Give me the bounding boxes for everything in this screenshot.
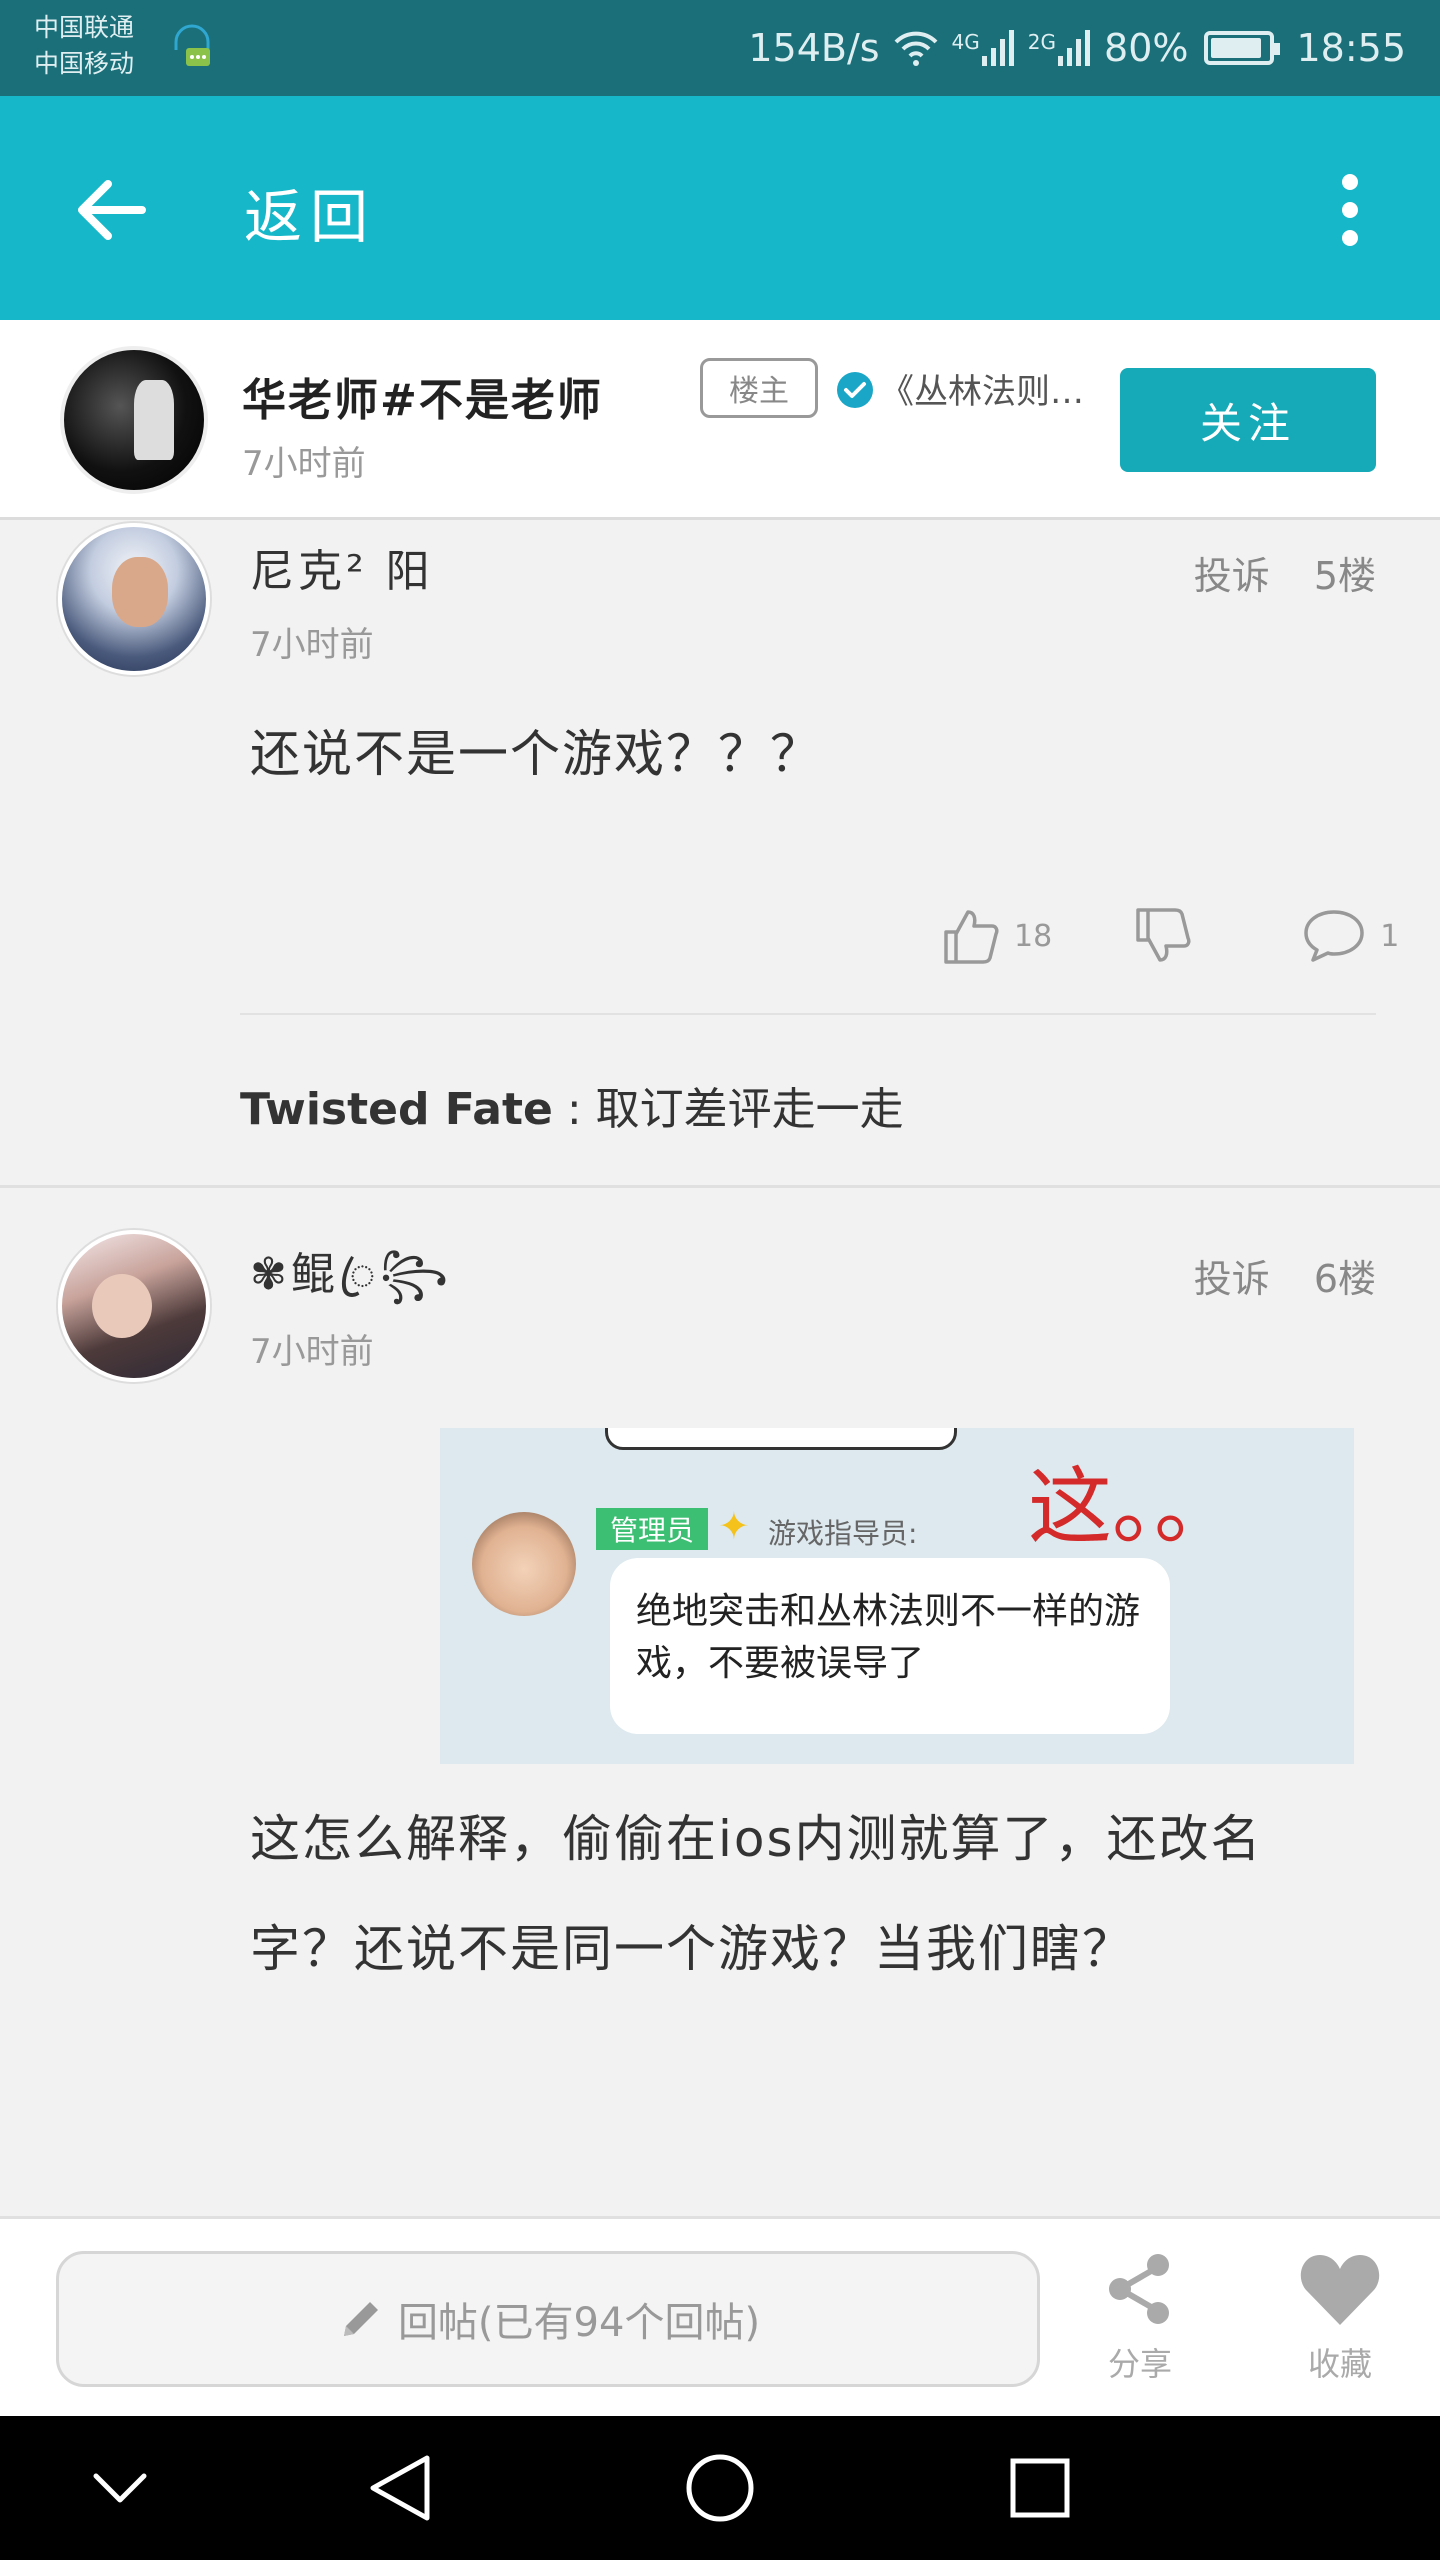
net-type-2g: 2G [1027,30,1057,54]
signal-4g: 4G [952,30,1016,66]
comment-button[interactable]: 1 [1302,908,1399,964]
reply-time: 7小时前 [250,1332,374,1372]
more-button[interactable] [1310,160,1390,260]
divider [240,1013,1376,1015]
verified-icon [837,372,873,408]
chevron-down-icon [93,2473,147,2503]
comment-count: 1 [1380,918,1400,954]
heart-icon [1300,2255,1380,2325]
dislike-button[interactable] [1132,906,1192,966]
favorite-button[interactable]: 收藏 [1270,2249,1410,2399]
sub-reply[interactable]: Twisted Fate : 取订差评走一走 [240,1073,904,1137]
carrier-info: 中国联通 中国移动 [34,10,134,82]
triangle-back-icon [370,2455,430,2521]
sub-reply-author[interactable]: Twisted Fate [240,1084,553,1135]
sub-reply-text: 取订差评走一走 [595,1084,904,1135]
admin-badge: 管理员 [596,1508,708,1550]
chat-message: 绝地突击和丛林法则不一样的游戏，不要被误导了 [610,1558,1170,1734]
star-icon: ✦ [718,1504,750,1548]
avatar[interactable] [58,523,210,675]
share-label: 分享 [1107,2345,1172,2383]
signal-2g: 2G [1028,30,1092,66]
reply-username[interactable]: ✾鲲ꦿ꧂ [250,1238,452,1330]
like-count: 18 [1014,918,1053,954]
nav-back-button[interactable] [350,2438,450,2538]
square-recents-icon [1010,2458,1070,2518]
nav-recents-button[interactable] [990,2438,1090,2538]
app-bar: 返回 [0,96,1440,320]
clock: 18:55 [1296,26,1406,70]
op-tag: 楼主 [700,358,818,418]
like-button[interactable]: 18 [940,906,1052,966]
reply-content: 这怎么解释，偷偷在ios内测就算了，还改名字？还说不是同一个游戏？当我们瞎？ [250,1810,1263,1978]
annotation-text: 这。。 [1028,1458,1239,1556]
reply-username[interactable]: 尼克² 阳 [250,535,434,599]
report-button[interactable]: 投诉 [1194,545,1270,600]
op-name[interactable]: 华老师#不是老师 [242,364,603,428]
system-nav-bar [0,2416,1440,2560]
reply-time: 7小时前 [250,625,374,665]
signal-icon [981,30,1014,66]
signal-icon [1058,30,1091,66]
more-vertical-icon-dot [1342,230,1358,246]
op-game[interactable]: 《丛林法则… [880,364,1120,413]
comment-icon [1304,910,1364,962]
chat-bubble-partial [605,1428,957,1450]
follow-button[interactable]: 关注 [1120,368,1376,472]
circle-home-icon [686,2454,754,2522]
thumbs-up-icon [944,910,999,964]
page-title[interactable]: 返回 [244,170,376,254]
vote-bar: 18 1 [940,901,1410,971]
share-icon [1109,2254,1169,2324]
reply-meta: 投诉 5楼 [1194,545,1376,600]
reply-placeholder: 回帖(已有94个回帖) [397,2300,761,2346]
pencil-icon [343,2302,378,2336]
share-button[interactable]: 分享 [1070,2249,1210,2399]
headset-chat-icon [174,24,210,66]
bottom-bar: 回帖(已有94个回帖) 分享 收藏 [0,2216,1440,2416]
carrier-2: 中国移动 [34,49,135,78]
net-type-4g: 4G [951,30,980,54]
reply-image[interactable]: 管理员 ✦ 游戏指导员: 这。。 绝地突击和丛林法则不一样的游戏，不要被误导了 [440,1428,1354,1764]
more-vertical-icon [1342,174,1358,190]
nav-home-button[interactable] [670,2438,770,2538]
reply-input[interactable]: 回帖(已有94个回帖) [56,2251,1040,2387]
favorite-label: 收藏 [1307,2345,1372,2383]
battery-level: 80% [1104,26,1189,70]
thumbs-down-icon [1136,908,1191,962]
net-speed: 154B/s [748,26,880,70]
battery-icon [1204,31,1281,65]
floor-number: 5楼 [1313,554,1376,598]
chat-role: 游戏指导员: [768,1517,918,1550]
wifi-icon [894,31,937,66]
floor-number: 6楼 [1313,1257,1376,1301]
more-vertical-icon-dot [1342,202,1358,218]
back-button[interactable] [60,160,160,260]
op-header: 华老师#不是老师 楼主 《丛林法则… 7小时前 关注 [0,320,1440,520]
op-time: 7小时前 [242,444,366,484]
chat-avatar [472,1512,576,1616]
reply-floor-5: 尼克² 阳 投诉 5楼 7小时前 还说不是一个游戏？？？ 18 1 Twiste… [0,523,1440,1185]
report-button[interactable]: 投诉 [1194,1248,1270,1303]
status-bar: 中国联通 中国移动 154B/s 4G 2G 80% 18:55 [0,0,1440,96]
nav-collapse-button[interactable] [70,2438,170,2538]
status-indicators: 154B/s 4G 2G 80% 18:55 [748,22,1406,74]
reply-meta: 投诉 6楼 [1194,1248,1376,1303]
op-avatar[interactable] [60,346,208,494]
sub-reply-separator: : [552,1084,596,1135]
reply-content: 还说不是一个游戏？？？ [250,725,822,783]
arrow-left-icon [78,180,146,240]
carrier-1: 中国联通 [34,13,135,42]
avatar[interactable] [58,1230,210,1382]
